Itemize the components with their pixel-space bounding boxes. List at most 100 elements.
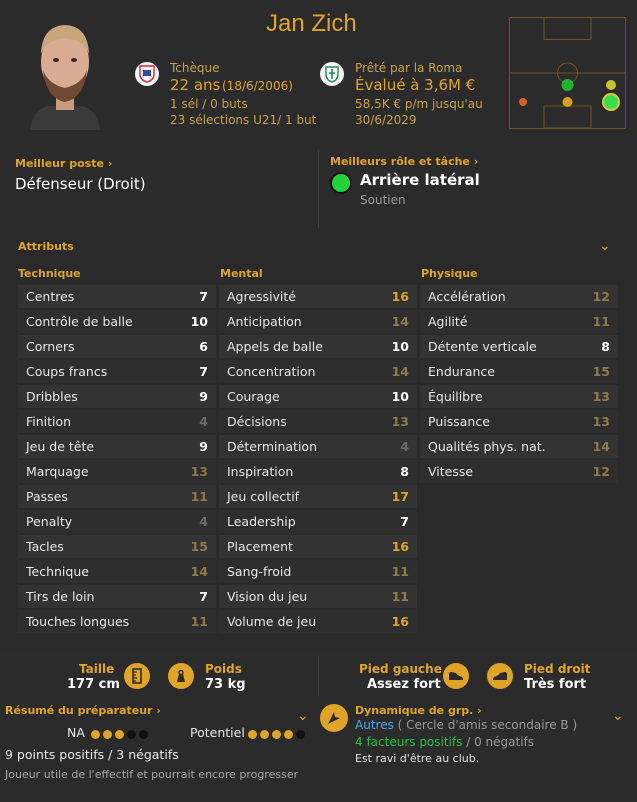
chevron-down-icon[interactable]: ⌄ (297, 708, 309, 724)
attribute-row[interactable]: Leadership 7 (219, 510, 417, 533)
rating-dot (139, 730, 148, 739)
position-dot (606, 80, 616, 90)
attribute-value: 16 (391, 614, 409, 629)
boot-icon (487, 663, 513, 689)
attribute-value: 11 (190, 614, 208, 629)
attribute-row[interactable]: Détente verticale 8 (420, 335, 618, 358)
attribute-name: Volume de jeu (227, 614, 317, 629)
best-role-title[interactable]: Meilleurs rôle et tâche › (330, 155, 478, 168)
attribute-row[interactable]: Dribbles 9 (18, 385, 216, 408)
group-name[interactable]: Autres (355, 718, 394, 732)
attribute-row[interactable]: Équilibre 13 (420, 385, 618, 408)
player-value: Évalué à 3,6M € (355, 76, 476, 94)
chevron-down-icon[interactable]: ⌄ (612, 708, 624, 724)
attribute-name: Sang-froid (227, 564, 292, 579)
player-portrait (28, 14, 102, 130)
attribute-row[interactable]: Endurance 15 (420, 360, 618, 383)
attribute-name: Passes (26, 489, 68, 504)
position-dot (519, 98, 527, 106)
attribute-row[interactable]: Agilité 11 (420, 310, 618, 333)
attribute-name: Touches longues (26, 614, 130, 629)
attribute-row[interactable]: Corners 6 (18, 335, 216, 358)
attribute-value: 9 (199, 439, 208, 454)
chevron-right-icon: › (473, 155, 479, 168)
na-stars (91, 728, 151, 743)
attribute-value: 15 (190, 539, 208, 554)
potential-stars (248, 728, 308, 743)
attribute-row[interactable]: Décisions 13 (219, 410, 417, 433)
attribute-row[interactable]: Concentration 14 (219, 360, 417, 383)
attribute-row[interactable]: Vitesse 12 (420, 460, 618, 483)
attribute-row[interactable]: Penalty 4 (18, 510, 216, 533)
attribute-row[interactable]: Jeu de tête 9 (18, 435, 216, 458)
attribute-value: 15 (592, 364, 610, 379)
best-position-title[interactable]: Meilleur poste › (15, 157, 112, 170)
best-role-duty: Soutien (360, 193, 406, 207)
attribute-name: Détermination (227, 439, 318, 454)
attribute-row[interactable]: Détermination 4 (219, 435, 417, 458)
rating-dot (91, 730, 100, 739)
physique-title: Physique (421, 267, 478, 280)
coach-report-title[interactable]: Résumé du préparateur › (5, 704, 161, 717)
attributes-title: Attributs (18, 240, 74, 253)
group-dynamics-title[interactable]: Dynamique de grp. › (355, 704, 482, 717)
attribute-row[interactable]: Tacles 15 (18, 535, 216, 558)
attribute-row[interactable]: Touches longues 11 (18, 610, 216, 633)
attribute-row[interactable]: Inspiration 8 (219, 460, 417, 483)
attribute-name: Technique (26, 564, 89, 579)
loan-status[interactable]: Prêté par la Roma (355, 60, 462, 76)
attribute-value: 14 (391, 364, 409, 379)
attribute-row[interactable]: Passes 11 (18, 485, 216, 508)
boot-icon (443, 663, 469, 689)
attribute-value: 13 (391, 414, 409, 429)
club-crest-icon (325, 66, 339, 83)
rating-dot (272, 730, 281, 739)
attribute-name: Qualités phys. nat. (428, 439, 546, 454)
rating-dot (115, 730, 124, 739)
attribute-row[interactable]: Centres 7 (18, 285, 216, 308)
attribute-row[interactable]: Appels de balle 10 (219, 335, 417, 358)
chevron-down-icon[interactable]: ⌄ (599, 238, 611, 254)
attribute-row[interactable]: Anticipation 14 (219, 310, 417, 333)
role-rating-circle (330, 172, 352, 194)
position-dot (561, 79, 574, 91)
attribute-value: 12 (592, 464, 610, 479)
attribute-value: 6 (199, 339, 208, 354)
chevron-right-icon: › (477, 704, 482, 717)
coach-report-title-label: Résumé du préparateur (5, 704, 153, 717)
best-role-title-label: Meilleurs rôle et tâche (330, 155, 470, 168)
attribute-name: Jeu de tête (26, 439, 95, 454)
attribute-name: Agilité (428, 314, 468, 329)
attribute-row[interactable]: Agressivité 16 (219, 285, 417, 308)
attribute-value: 10 (391, 389, 409, 404)
attribute-row[interactable]: Sang-froid 11 (219, 560, 417, 583)
attribute-row[interactable]: Courage 10 (219, 385, 417, 408)
potential-label: Potentiel (190, 725, 245, 740)
attribute-row[interactable]: Puissance 13 (420, 410, 618, 433)
attribute-row[interactable]: Volume de jeu 16 (219, 610, 417, 633)
attribute-row[interactable]: Technique 14 (18, 560, 216, 583)
position-pitch[interactable] (509, 17, 626, 129)
attribute-row[interactable]: Vision du jeu 11 (219, 585, 417, 608)
divider (318, 150, 319, 228)
attribute-row[interactable]: Finition 4 (18, 410, 216, 433)
coach-summary: 9 points positifs / 3 négatifs (5, 747, 179, 762)
attribute-row[interactable]: Tirs de loin 7 (18, 585, 216, 608)
best-position-title-label: Meilleur poste (15, 157, 104, 170)
attribute-name: Inspiration (227, 464, 294, 479)
attribute-name: Tirs de loin (26, 589, 95, 604)
attribute-value: 8 (400, 464, 409, 479)
technique-list: Centres 7 Contrôle de balle 10 Corners 6 Coups… (18, 285, 216, 635)
negative-factors: / 0 négatifs (466, 735, 534, 749)
attribute-name: Décisions (227, 414, 287, 429)
attribute-row[interactable]: Marquage 13 (18, 460, 216, 483)
attribute-row[interactable]: Jeu collectif 17 (219, 485, 417, 508)
attribute-row[interactable]: Contrôle de balle 10 (18, 310, 216, 333)
attribute-value: 16 (391, 539, 409, 554)
attribute-row[interactable]: Qualités phys. nat. 14 (420, 435, 618, 458)
attribute-name: Endurance (428, 364, 495, 379)
attribute-row[interactable]: Placement 16 (219, 535, 417, 558)
attribute-row[interactable]: Coups francs 7 (18, 360, 216, 383)
attribute-row[interactable]: Accélération 12 (420, 285, 618, 308)
position-dot-primary (602, 93, 620, 111)
